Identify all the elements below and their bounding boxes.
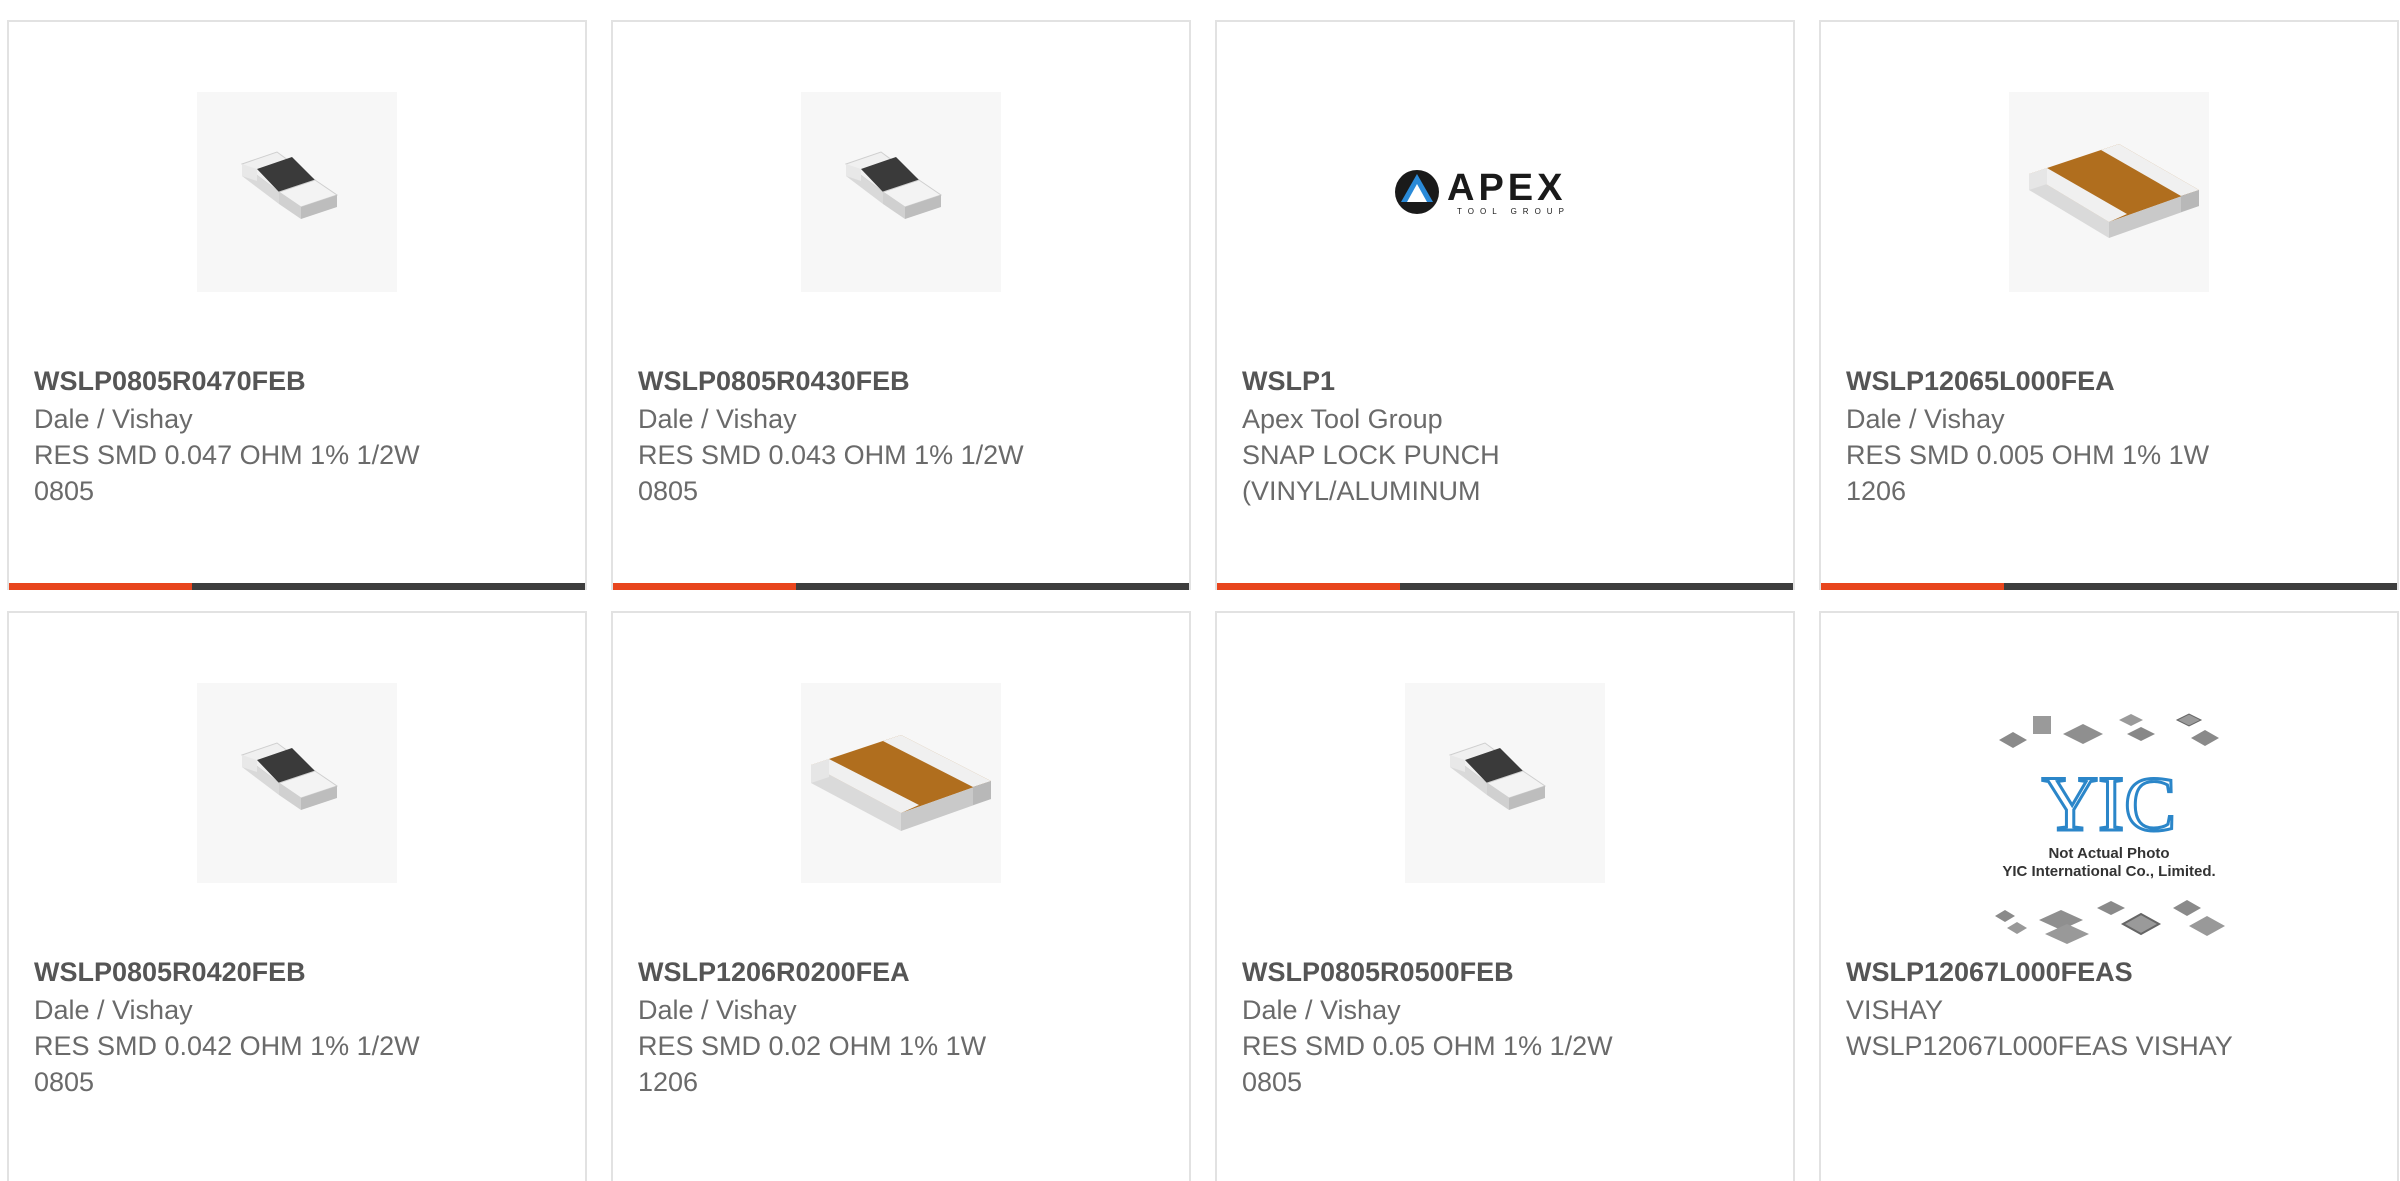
resistor-1206-icon[interactable] bbox=[801, 683, 1001, 883]
description: RES SMD 0.05 OHM 1% 1/2W 0805 bbox=[1242, 1031, 1613, 1097]
yic-company-label: YIC International Co., Limited. bbox=[2002, 863, 2215, 880]
product-card[interactable]: WSLP1206R0200FEA Dale / Vishay RES SMD 0… bbox=[611, 611, 1191, 1181]
manufacturer: Dale / Vishay bbox=[638, 995, 797, 1025]
resistor-1206-icon[interactable] bbox=[2009, 92, 2209, 292]
product-card[interactable]: WSLP0805R0430FEB Dale / Vishay RES SMD 0… bbox=[611, 20, 1191, 590]
card-progress-bar bbox=[1217, 583, 1793, 590]
description: WSLP12067L000FEAS VISHAY bbox=[1846, 1031, 2233, 1061]
apex-tagline: TOOL GROUP bbox=[1457, 207, 1570, 216]
description: SNAP LOCK PUNCH (VINYL/ALUMINUM bbox=[1242, 440, 1500, 506]
product-card[interactable]: WSLP0805R0500FEB Dale / Vishay RES SMD 0… bbox=[1215, 611, 1795, 1181]
part-number[interactable]: WSLP0805R0500FEB bbox=[1242, 955, 1762, 989]
part-number[interactable]: WSLP0805R0470FEB bbox=[34, 364, 554, 398]
accent-segment bbox=[1217, 583, 1400, 590]
manufacturer: Dale / Vishay bbox=[1846, 404, 2005, 434]
accent-segment bbox=[613, 583, 796, 590]
resistor-0805-icon[interactable] bbox=[1405, 683, 1605, 883]
part-number[interactable]: WSLP1 bbox=[1242, 364, 1762, 398]
description: RES SMD 0.043 OHM 1% 1/2W 0805 bbox=[638, 440, 1024, 506]
product-grid: WSLP0805R0470FEB Dale / Vishay RES SMD 0… bbox=[0, 0, 2400, 1181]
accent-segment bbox=[9, 583, 192, 590]
yic-logo-text: YIC bbox=[2042, 760, 2176, 847]
part-number[interactable]: WSLP1206R0200FEA bbox=[638, 955, 1158, 989]
resistor-0805-icon[interactable] bbox=[801, 92, 1001, 292]
description: RES SMD 0.042 OHM 1% 1/2W 0805 bbox=[34, 1031, 420, 1097]
manufacturer: Dale / Vishay bbox=[1242, 995, 1401, 1025]
part-number[interactable]: WSLP0805R0430FEB bbox=[638, 364, 1158, 398]
apex-logo[interactable]: APEX TOOL GROUP bbox=[1395, 92, 1615, 292]
part-number[interactable]: WSLP12067L000FEAS bbox=[1846, 955, 2366, 989]
manufacturer: Apex Tool Group bbox=[1242, 404, 1443, 434]
card-progress-bar bbox=[1821, 583, 2397, 590]
product-card[interactable]: APEX TOOL GROUP WSLP1 Apex Tool Group SN… bbox=[1215, 20, 1795, 590]
accent-segment bbox=[1821, 583, 2004, 590]
description: RES SMD 0.02 OHM 1% 1W 1206 bbox=[638, 1031, 987, 1097]
product-card[interactable]: WSLP12065L000FEA Dale / Vishay RES SMD 0… bbox=[1819, 20, 2399, 590]
card-progress-bar bbox=[9, 583, 585, 590]
part-number[interactable]: WSLP12065L000FEA bbox=[1846, 364, 2366, 398]
card-progress-bar bbox=[613, 583, 1189, 590]
manufacturer: Dale / Vishay bbox=[34, 404, 193, 434]
resistor-0805-icon[interactable] bbox=[197, 683, 397, 883]
apex-logo-text: APEX bbox=[1447, 167, 1566, 209]
manufacturer: VISHAY bbox=[1846, 995, 1944, 1025]
part-number[interactable]: WSLP0805R0420FEB bbox=[34, 955, 554, 989]
resistor-0805-icon[interactable] bbox=[197, 92, 397, 292]
product-card[interactable]: YIC Not Actual Photo YIC International C… bbox=[1819, 611, 2399, 1181]
manufacturer: Dale / Vishay bbox=[638, 404, 797, 434]
not-actual-photo-label: Not Actual Photo bbox=[2048, 845, 2169, 862]
manufacturer: Dale / Vishay bbox=[34, 995, 193, 1025]
product-card[interactable]: WSLP0805R0470FEB Dale / Vishay RES SMD 0… bbox=[7, 20, 587, 590]
product-card[interactable]: WSLP0805R0420FEB Dale / Vishay RES SMD 0… bbox=[7, 611, 587, 1181]
description: RES SMD 0.005 OHM 1% 1W 1206 bbox=[1846, 440, 2210, 506]
description: RES SMD 0.047 OHM 1% 1/2W 0805 bbox=[34, 440, 420, 506]
yic-not-actual-photo[interactable]: YIC Not Actual Photo YIC International C… bbox=[1979, 698, 2239, 948]
